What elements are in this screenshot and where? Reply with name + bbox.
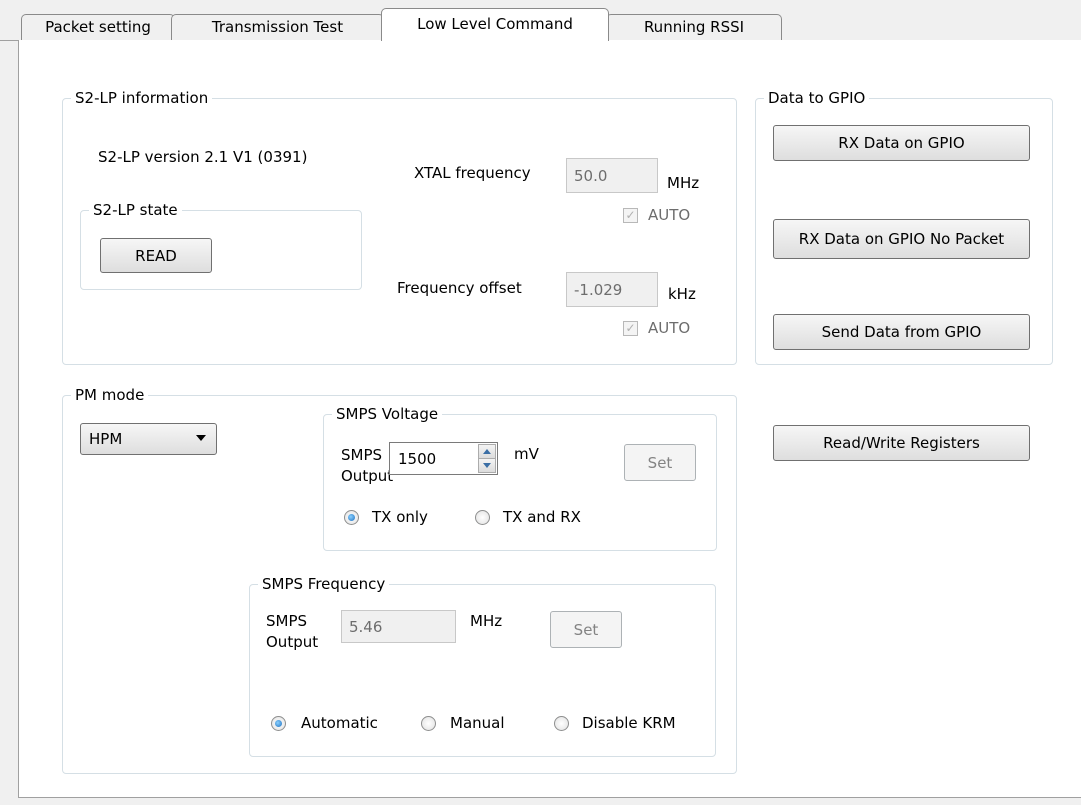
radio-tx-only[interactable] [344,510,359,525]
tab-transmission-test[interactable]: Transmission Test [171,14,384,40]
xtal-auto-label: AUTO [648,206,691,224]
tab-label: Transmission Test [211,18,344,36]
smps-voltage-set-button[interactable]: Set [624,444,696,481]
group-title: PM mode [71,385,149,405]
xtal-frequency-label: XTAL frequency [414,164,531,182]
label-line: Output [266,633,319,651]
offset-auto-checkbox[interactable]: ✓ [623,321,638,336]
smps-frequency-unit: MHz [470,612,503,630]
smps-voltage-output-label: SMPS Output [341,445,393,487]
button-label: RX Data on GPIO [838,134,965,152]
send-data-from-gpio-button[interactable]: Send Data from GPIO [773,314,1030,350]
group-title: SMPS Voltage [332,404,443,424]
read-write-registers-button[interactable]: Read/Write Registers [773,425,1030,461]
rx-data-on-gpio-no-packet-button[interactable]: RX Data on GPIO No Packet [773,219,1030,259]
rx-data-on-gpio-button[interactable]: RX Data on GPIO [773,125,1030,161]
label-line: Output [341,467,394,485]
s2lp-version-text: S2-LP version 2.1 V1 (0391) [98,148,308,166]
button-label: RX Data on GPIO No Packet [798,230,1005,248]
chevron-down-icon [196,435,206,441]
smps-voltage-spinbox[interactable]: 1500 [389,442,498,475]
tab-label: Low Level Command [417,15,573,33]
radio-tx-only-label: TX only [372,508,428,526]
spin-up-icon[interactable] [478,444,496,459]
group-title: S2-LP information [71,88,213,108]
smps-frequency-output-label: SMPS Output [266,611,318,653]
smps-frequency-set-button[interactable]: Set [550,611,622,648]
button-label: Set [573,620,599,639]
spin-buttons [478,444,496,473]
label-line: SMPS [341,446,383,464]
tab-packet-setting[interactable]: Packet setting [21,14,175,40]
xtal-frequency-field[interactable]: 50.0 [566,158,658,193]
radio-manual-label: Manual [450,714,505,732]
radio-tx-and-rx-label: TX and RX [503,508,581,526]
spin-down-icon[interactable] [478,458,496,473]
group-title: SMPS Frequency [258,574,390,594]
button-label: Send Data from GPIO [821,323,982,341]
read-button[interactable]: READ [100,238,212,273]
radio-automatic-label: Automatic [301,714,378,732]
smps-voltage-value: 1500 [398,449,437,468]
label-line: SMPS [266,612,308,630]
pm-mode-selected: HPM [89,430,123,448]
group-title: Data to GPIO [764,88,870,108]
xtal-unit: MHz [667,174,700,192]
group-title: S2-LP state [89,200,182,220]
radio-disable-krm[interactable] [554,716,569,731]
xtal-auto-checkbox[interactable]: ✓ [623,208,638,223]
tab-running-rssi[interactable]: Running RSSI [606,14,782,40]
tab-label: Running RSSI [643,18,745,36]
smps-frequency-field[interactable]: 5.46 [341,610,456,643]
offset-unit: kHz [668,285,696,303]
button-label: Read/Write Registers [823,434,980,452]
pm-mode-dropdown[interactable]: HPM [80,423,217,455]
radio-disable-krm-label: Disable KRM [582,714,676,732]
smps-voltage-unit: mV [514,445,539,463]
tab-low-level-command[interactable]: Low Level Command [381,8,609,41]
button-label: Set [647,453,673,472]
frequency-offset-label: Frequency offset [397,279,522,297]
frequency-offset-field[interactable]: -1.029 [566,272,658,307]
offset-auto-label: AUTO [648,319,691,337]
radio-tx-and-rx[interactable] [475,510,490,525]
read-button-label: READ [135,246,177,265]
radio-manual[interactable] [421,716,436,731]
tab-label: Packet setting [45,18,151,36]
radio-automatic[interactable] [271,716,286,731]
